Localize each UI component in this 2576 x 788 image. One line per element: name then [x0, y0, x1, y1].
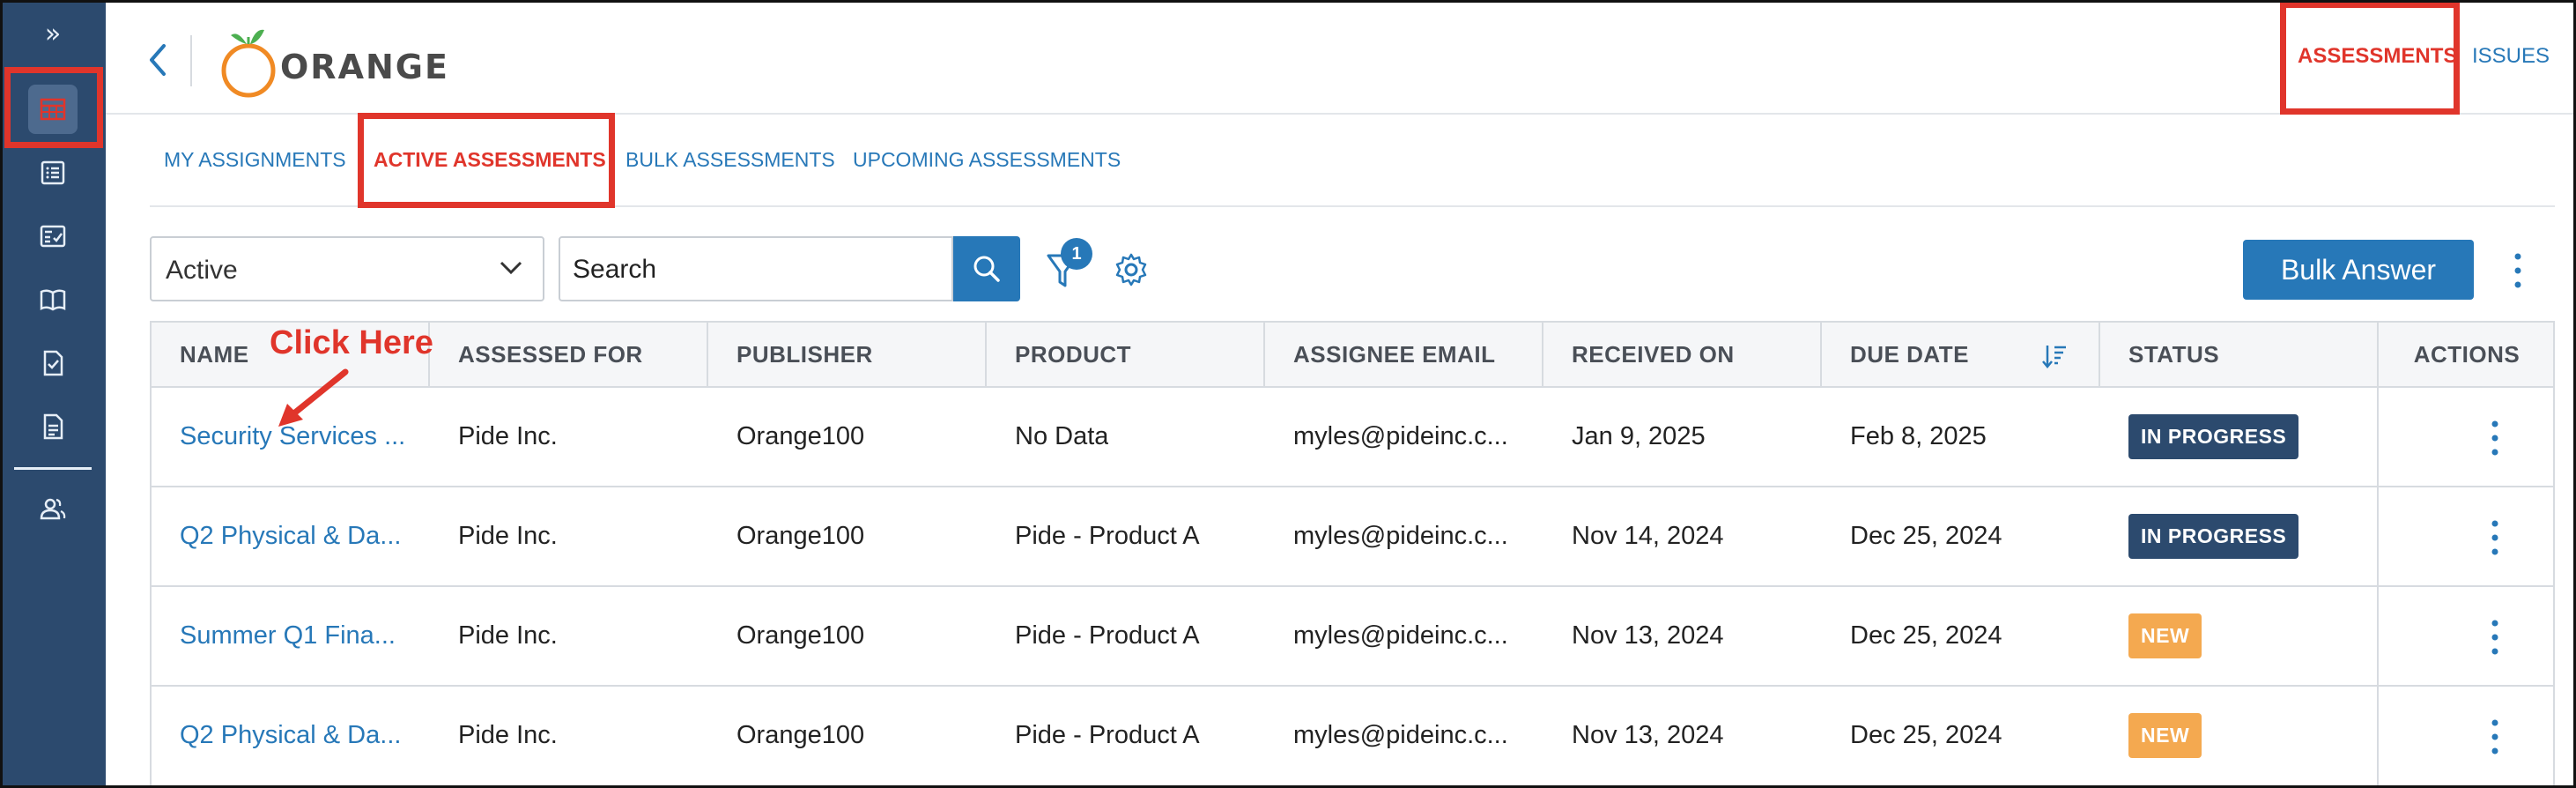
search-icon	[973, 256, 1000, 282]
table-row: Summer Q1 Fina... Pide Inc. Orange100 Pi…	[152, 587, 2553, 687]
table-row: Security Services ... Pide Inc. Orange10…	[152, 388, 2553, 487]
book-icon	[40, 289, 66, 311]
list-icon	[41, 160, 65, 185]
received-on-cell: Nov 13, 2024	[1572, 721, 1724, 749]
publisher-cell: Orange100	[737, 621, 865, 650]
assessed-for-cell: Pide Inc.	[458, 621, 558, 650]
sidebar-item-checklist[interactable]	[26, 210, 79, 263]
assignee-email-cell: myles@pideinc.c...	[1293, 721, 1508, 749]
row-actions-icon[interactable]	[2486, 715, 2504, 759]
tab-bulk-assessments[interactable]: BULK ASSESSMENTS	[625, 148, 835, 172]
due-date-cell: Dec 25, 2024	[1850, 621, 2002, 650]
publisher-cell: Orange100	[737, 721, 865, 749]
assignee-email-cell: myles@pideinc.c...	[1293, 621, 1508, 650]
search-button[interactable]	[953, 236, 1020, 301]
status-filter-select[interactable]: Active	[150, 236, 544, 301]
received-on-cell: Nov 13, 2024	[1572, 621, 1724, 650]
gear-icon[interactable]	[1114, 252, 1149, 287]
annotation-arrow-icon	[278, 368, 349, 427]
sidebar-divider	[14, 467, 92, 470]
column-header-received-on[interactable]: RECEIVED ON	[1543, 323, 1822, 386]
tab-upcoming-assessments[interactable]: UPCOMING ASSESSMENTS	[853, 148, 1121, 172]
highlight-box-assessments	[2280, 2, 2460, 115]
click-here-annotation: Click Here	[270, 324, 433, 361]
sort-descending-icon[interactable]	[2040, 342, 2069, 370]
column-header-actions: ACTIONS	[2377, 323, 2555, 386]
status-filter-value: Active	[166, 256, 238, 285]
document-check-icon	[43, 350, 63, 376]
top-header	[106, 0, 2576, 115]
column-header-assessed-for[interactable]: ASSESSED FOR	[430, 323, 708, 386]
sidebar-item-approvals[interactable]	[26, 337, 79, 390]
product-cell: Pide - Product A	[1015, 621, 1200, 650]
received-on-cell: Jan 9, 2025	[1572, 422, 1706, 450]
more-options-icon[interactable]	[2509, 249, 2527, 293]
row-actions-icon[interactable]	[2486, 615, 2504, 659]
assessed-for-cell: Pide Inc.	[458, 522, 558, 550]
assessment-name-link[interactable]: Q2 Physical & Da...	[180, 687, 418, 784]
tab-my-assignments[interactable]: MY ASSIGNMENTS	[164, 148, 346, 172]
product-cell: Pide - Product A	[1015, 721, 1200, 749]
sidebar-item-documents[interactable]	[26, 400, 79, 453]
chevron-down-icon	[500, 261, 522, 275]
checklist-icon	[40, 225, 66, 248]
product-cell: Pide - Product A	[1015, 522, 1200, 550]
assessed-for-cell: Pide Inc.	[458, 721, 558, 749]
table-row: Q2 Physical & Da... Pide Inc. Orange100 …	[152, 487, 2553, 587]
nav-issues[interactable]: ISSUES	[2472, 44, 2550, 69]
highlight-box-active-tab	[358, 113, 615, 208]
search-box	[559, 236, 953, 301]
back-arrow-icon[interactable]	[143, 39, 174, 81]
search-input[interactable]	[573, 247, 925, 293]
users-icon	[40, 498, 66, 520]
bulk-answer-button[interactable]: Bulk Answer	[2243, 240, 2474, 300]
product-cell: No Data	[1015, 422, 1109, 450]
status-badge: NEW	[2128, 713, 2202, 758]
status-badge: IN PROGRESS	[2128, 514, 2299, 559]
highlight-box-sidebar	[4, 67, 103, 148]
column-header-status[interactable]: STATUS	[2100, 323, 2379, 386]
due-date-cell: Dec 25, 2024	[1850, 522, 2002, 550]
table-header: NAME ASSESSED FOR PUBLISHER PRODUCT ASSI…	[152, 323, 2553, 388]
status-badge: NEW	[2128, 613, 2202, 658]
assignee-email-cell: myles@pideinc.c...	[1293, 522, 1508, 550]
column-header-product[interactable]: PRODUCT	[987, 323, 1265, 386]
publisher-cell: Orange100	[737, 422, 865, 450]
expand-sidebar-icon[interactable]: »	[35, 16, 70, 51]
received-on-cell: Nov 14, 2024	[1572, 522, 1724, 550]
row-actions-icon[interactable]	[2486, 516, 2504, 560]
status-badge: IN PROGRESS	[2128, 414, 2299, 459]
publisher-cell: Orange100	[737, 522, 865, 550]
sidebar-item-list[interactable]	[26, 146, 79, 199]
due-date-cell: Feb 8, 2025	[1850, 422, 1987, 450]
assessed-for-cell: Pide Inc.	[458, 422, 558, 450]
assignee-email-cell: myles@pideinc.c...	[1293, 422, 1508, 450]
header-divider	[190, 35, 192, 86]
column-header-publisher[interactable]: PUBLISHER	[708, 323, 987, 386]
sidebar-item-library[interactable]	[26, 273, 79, 326]
sidebar-item-users[interactable]	[26, 483, 79, 536]
row-actions-icon[interactable]	[2486, 416, 2504, 460]
assessment-name-link[interactable]: Summer Q1 Fina...	[180, 587, 418, 685]
table-row: Q2 Physical & Da... Pide Inc. Orange100 …	[152, 687, 2553, 786]
due-date-cell: Dec 25, 2024	[1850, 721, 2002, 749]
assessments-table: NAME ASSESSED FOR PUBLISHER PRODUCT ASSI…	[150, 321, 2555, 788]
assessment-name-link[interactable]: Q2 Physical & Da...	[180, 487, 418, 585]
filter-count-badge: 1	[1061, 238, 1092, 270]
document-icon	[43, 413, 63, 440]
column-header-assignee-email[interactable]: ASSIGNEE EMAIL	[1265, 323, 1543, 386]
logo-text: ORANGE	[280, 48, 449, 86]
